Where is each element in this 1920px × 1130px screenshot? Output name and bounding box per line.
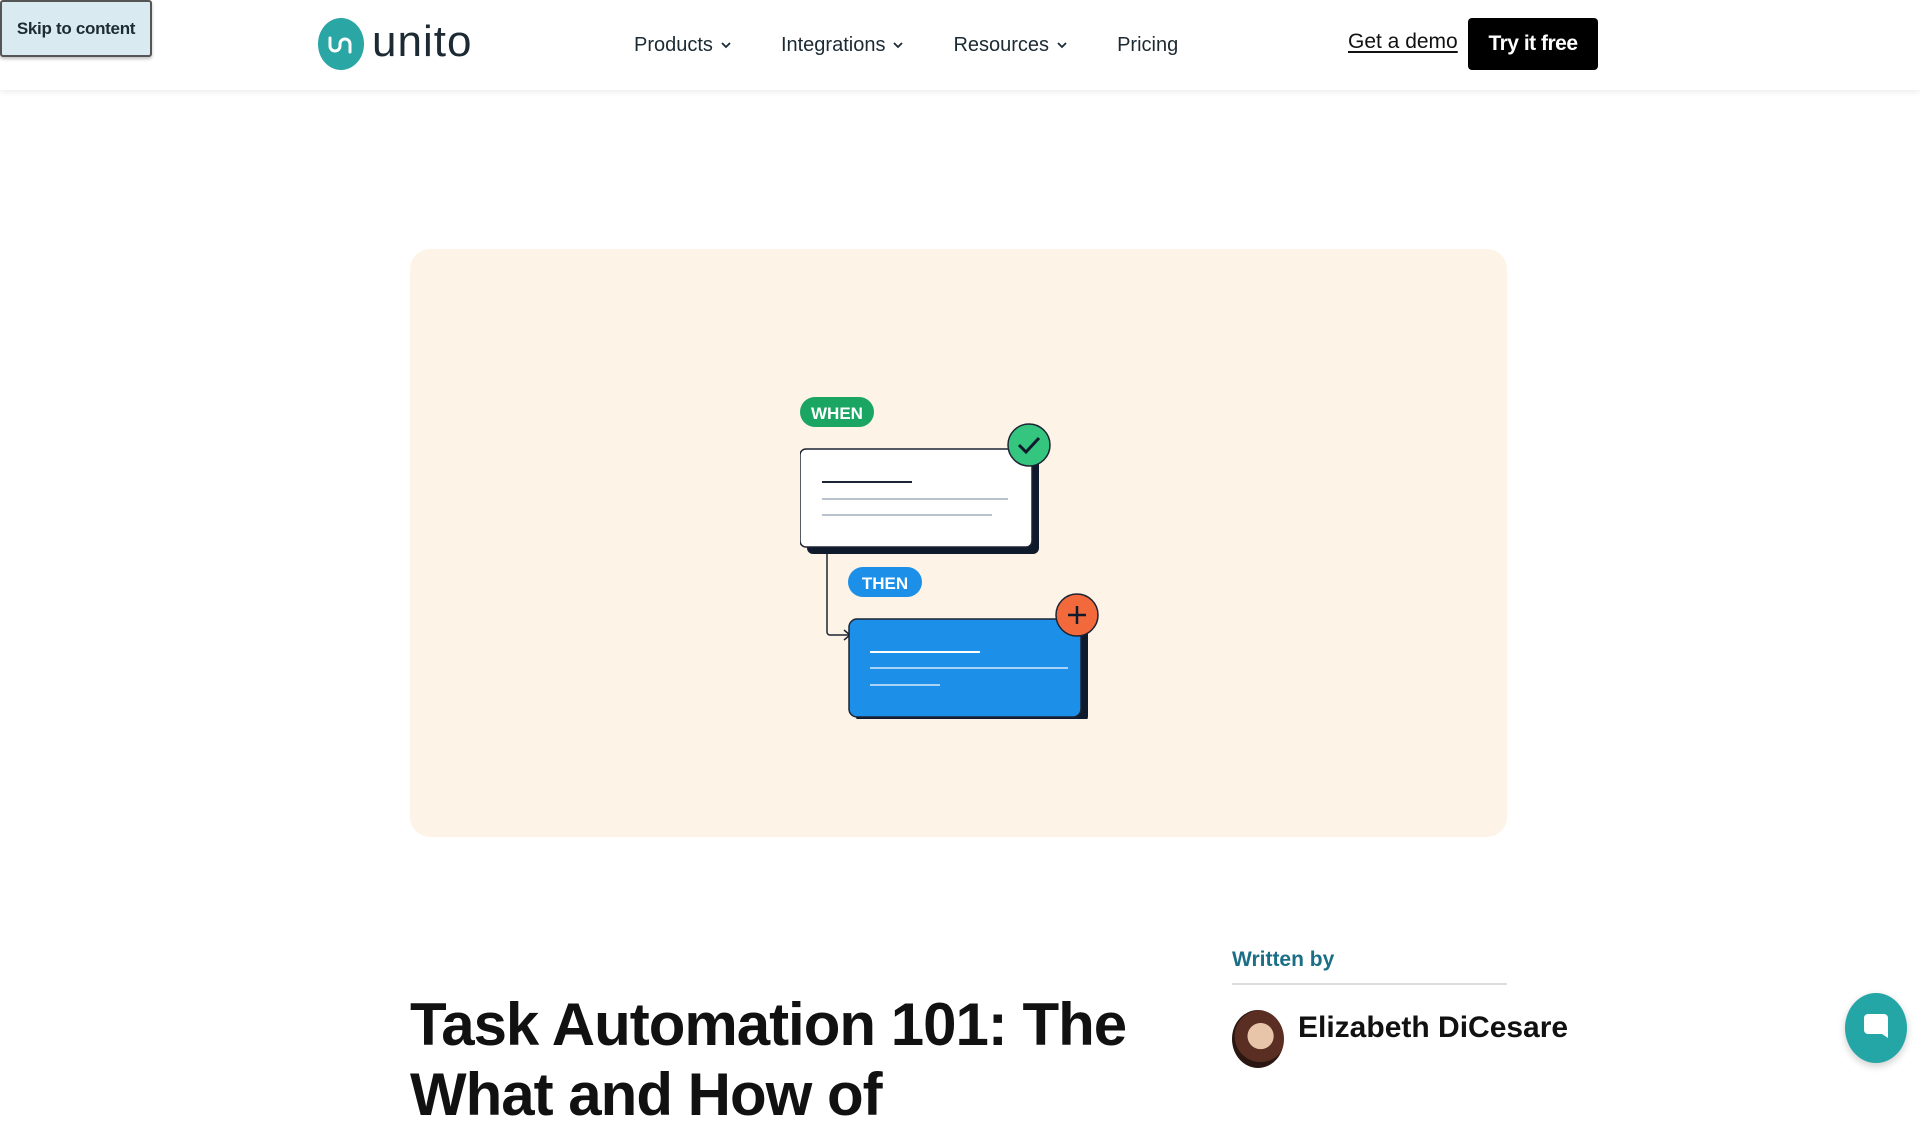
automation-illustration: WHEN THEN xyxy=(800,397,1099,719)
skip-to-content-link[interactable]: Skip to content xyxy=(0,0,152,57)
hero-image: WHEN THEN xyxy=(410,249,1507,837)
brand-name: unito xyxy=(372,17,473,66)
nav-item-products[interactable]: Products xyxy=(634,34,731,57)
check-icon xyxy=(1007,423,1051,467)
divider xyxy=(1232,983,1507,985)
article-title: Task Automation 101: The What and How of xyxy=(410,991,1127,1129)
nav-item-resources[interactable]: Resources xyxy=(953,34,1067,57)
author-avatar xyxy=(1232,1010,1284,1068)
get-a-demo-link[interactable]: Get a demo xyxy=(1348,30,1458,54)
chat-icon xyxy=(1864,1014,1888,1038)
nav-item-label: Resources xyxy=(953,33,1050,56)
nav-item-label: Integrations xyxy=(780,33,886,56)
site-header: unito Products Integrations Resources Pr… xyxy=(0,0,1920,90)
nav-item-integrations[interactable]: Integrations xyxy=(781,34,904,57)
when-label: WHEN xyxy=(811,404,863,423)
written-by-label: Written by xyxy=(1232,948,1335,971)
nav-item-label: Products xyxy=(634,33,713,56)
unito-logo-icon xyxy=(318,18,364,70)
main-nav: Products Integrations Resources Pricing xyxy=(634,0,1178,90)
then-label: THEN xyxy=(862,574,908,593)
unito-logo[interactable]: unito xyxy=(318,18,472,70)
chevron-down-icon xyxy=(721,42,731,49)
try-it-free-button[interactable]: Try it free xyxy=(1468,18,1598,70)
author-name[interactable]: Elizabeth DiCesare xyxy=(1298,1010,1568,1046)
chat-widget-button[interactable] xyxy=(1845,993,1907,1063)
nav-item-label: Pricing xyxy=(1117,33,1179,56)
nav-item-pricing[interactable]: Pricing xyxy=(1117,34,1178,57)
chevron-down-icon xyxy=(1057,42,1067,49)
chevron-down-icon xyxy=(893,42,904,49)
